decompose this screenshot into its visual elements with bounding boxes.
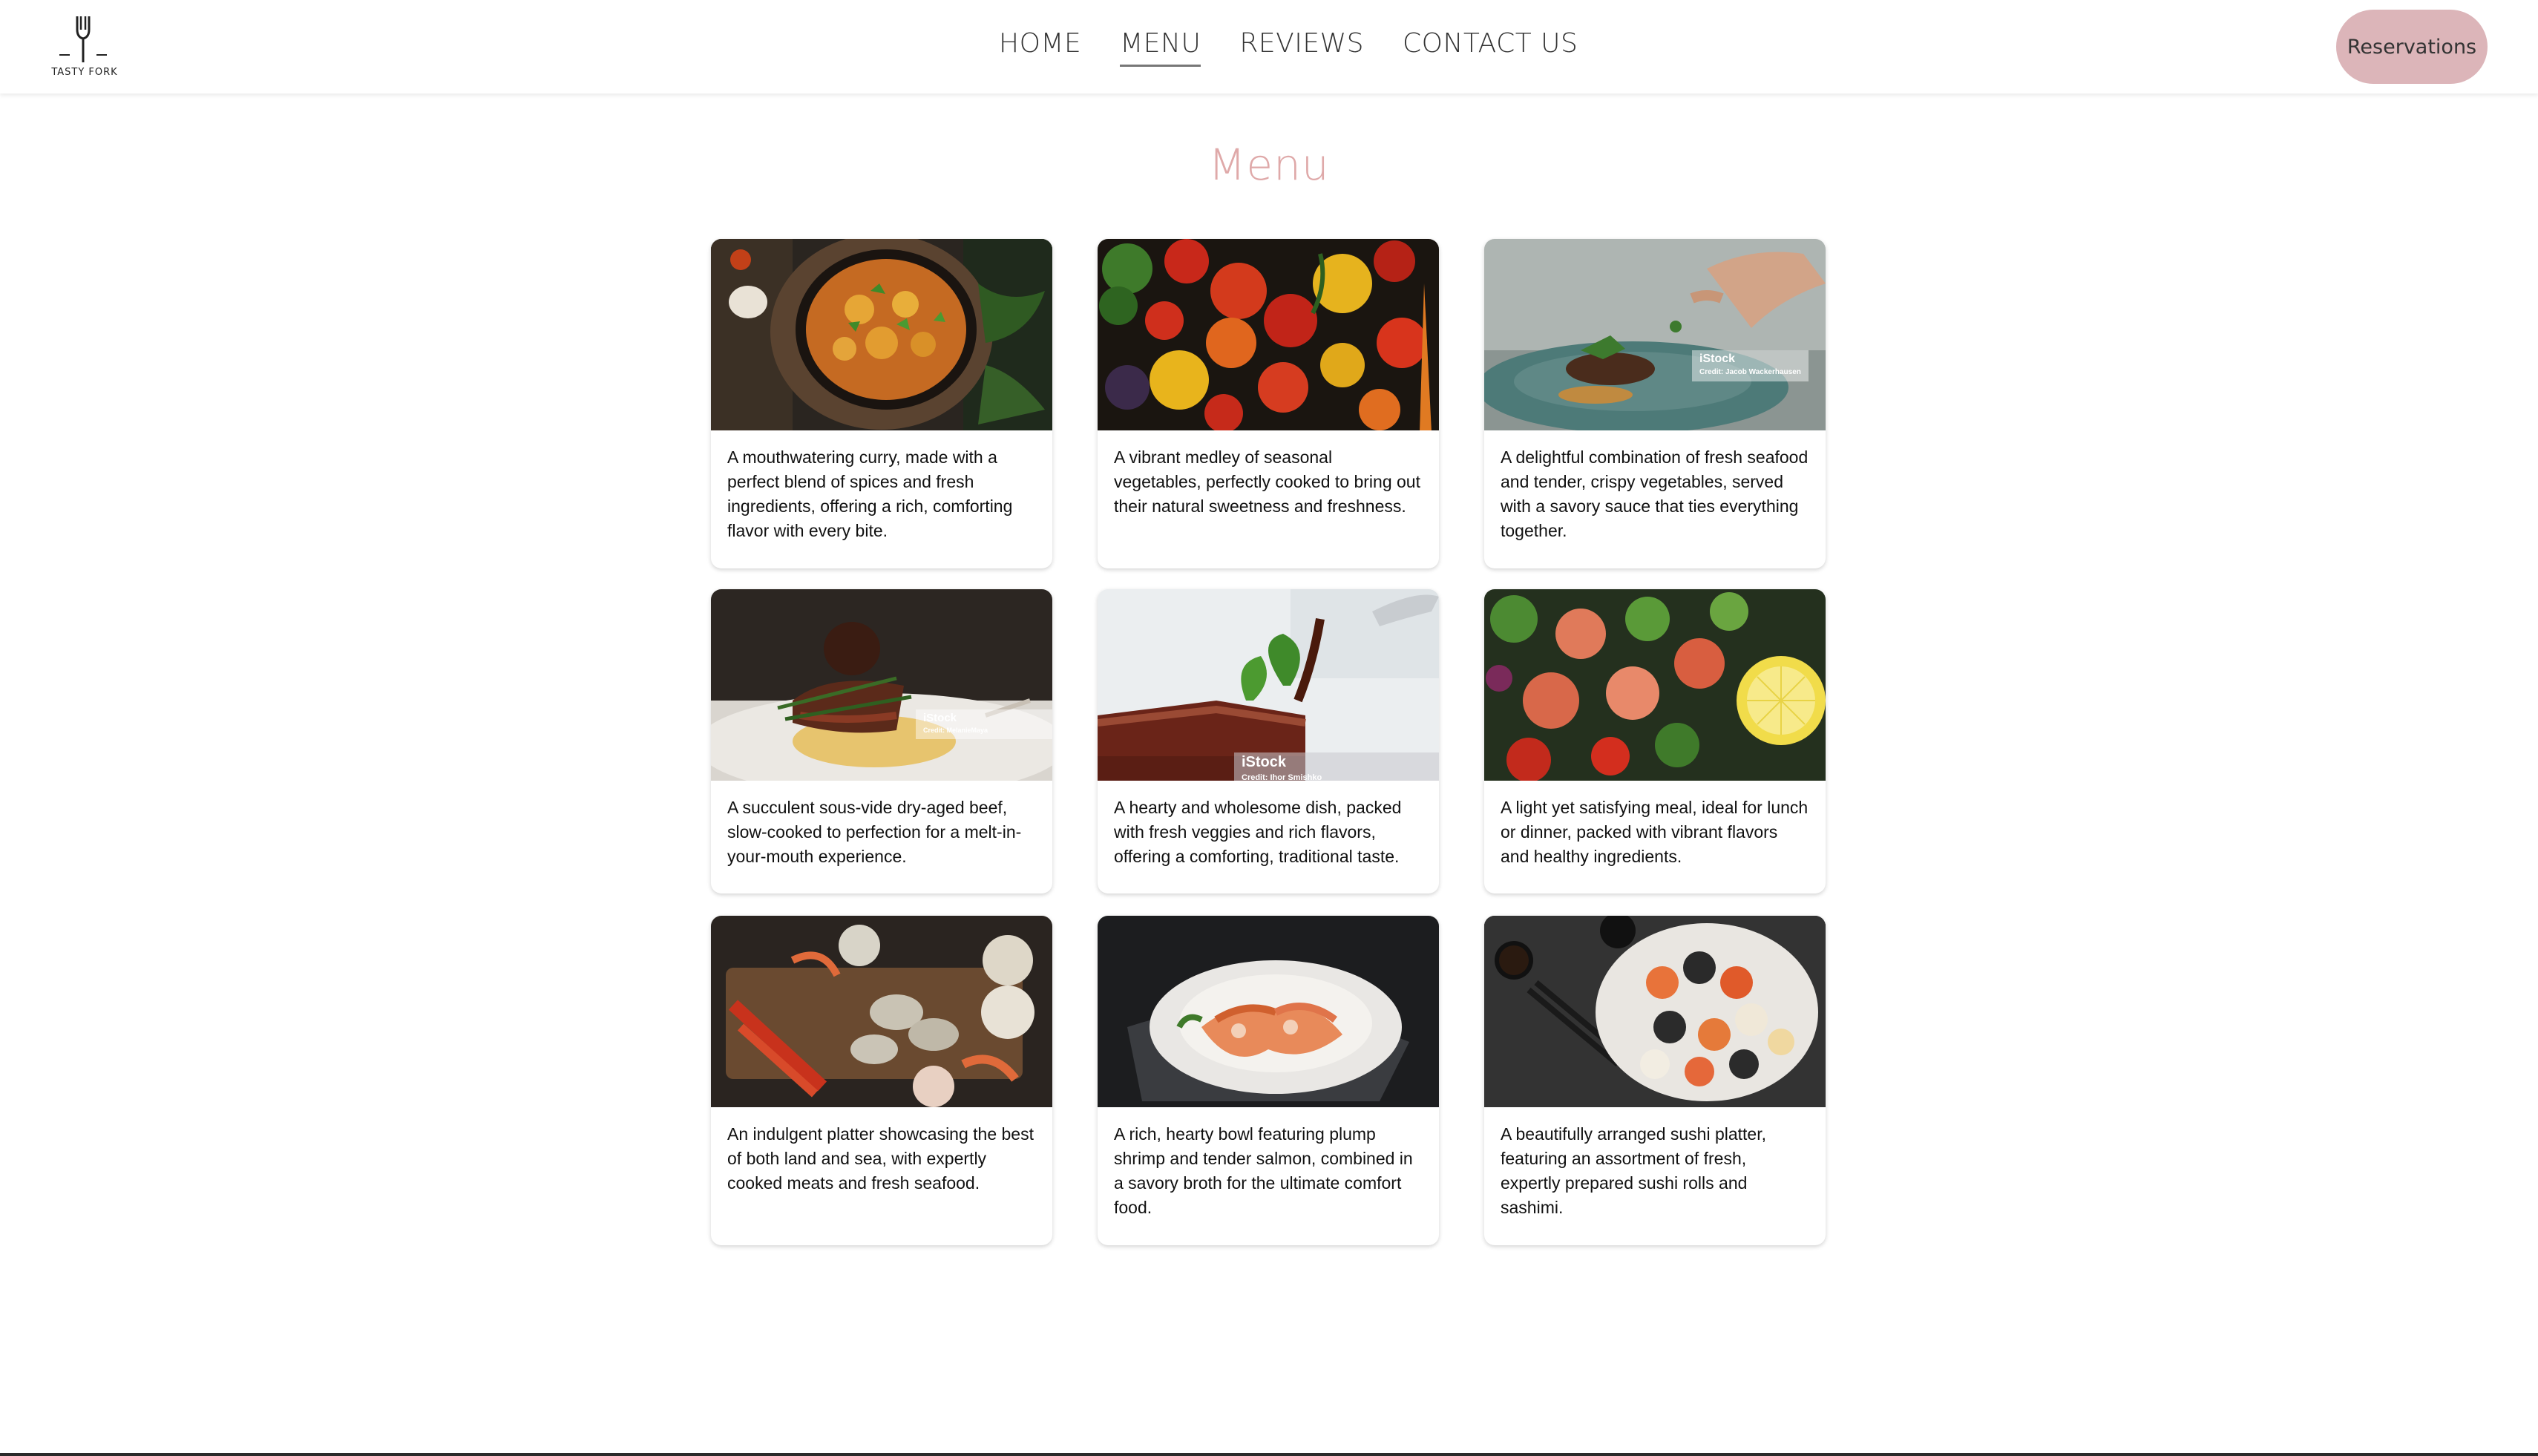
beef-photo: iStock Credit: MelanieMaya [711, 589, 1052, 781]
menu-card-sushi[interactable]: A beautifully arranged sushi platter, fe… [1484, 916, 1826, 1245]
menu-item-description: A mouthwatering curry, made with a perfe… [727, 447, 1013, 540]
nav-home-link[interactable]: HOME [999, 28, 1081, 65]
seafood-plating-photo: iStock Credit: Jacob Wackerhausen [1484, 239, 1826, 430]
vegetables-photo [1098, 239, 1439, 430]
seafood-platter-photo [711, 916, 1052, 1107]
window-bottom-edge [0, 1453, 2538, 1456]
nav-reviews-link[interactable]: REVIEWS [1239, 28, 1364, 65]
curry-photo [711, 239, 1052, 430]
menu-item-description: A beautifully arranged sushi platter, fe… [1501, 1124, 1767, 1217]
menu-item-description: An indulgent platter showcasing the best… [727, 1124, 1034, 1193]
logo[interactable]: TASTY FORK [46, 13, 123, 82]
page-title: Menu [1208, 140, 1330, 190]
sushi-photo [1484, 916, 1826, 1107]
brand-name: TASTY FORK [51, 67, 118, 78]
reservations-button[interactable]: Reservations [2336, 10, 2488, 84]
shrimp-salmon-photo [1098, 916, 1439, 1107]
menu-card-seafood-plating[interactable]: iStock Credit: Jacob Wackerhausen A deli… [1484, 239, 1826, 568]
steak-sauce-photo: iStock Credit: Ihor Smishko [1098, 589, 1439, 781]
salmon-salad-photo [1484, 589, 1826, 781]
istock-watermark: iStock Credit: MelanieMaya [916, 709, 1052, 739]
menu-item-description: A delightful combination of fresh seafoo… [1501, 447, 1809, 540]
menu-card-curry[interactable]: A mouthwatering curry, made with a perfe… [711, 239, 1052, 568]
main-nav: HOME MENU REVIEWS CONTACT US [999, 28, 1578, 70]
page: TASTY FORK HOME MENU REVIEWS CONTACT US … [0, 0, 2538, 1456]
menu-card-beef[interactable]: iStock Credit: MelanieMaya A succulent s… [711, 589, 1052, 893]
menu-card-vegetables[interactable]: A vibrant medley of seasonal vegetables,… [1098, 239, 1439, 568]
istock-watermark: iStock Credit: Jacob Wackerhausen [1692, 350, 1809, 381]
menu-card-steak-sauce[interactable]: iStock Credit: Ihor Smishko A hearty and… [1098, 589, 1439, 893]
menu-card-seafood-platter[interactable]: An indulgent platter showcasing the best… [711, 916, 1052, 1245]
istock-watermark: iStock Credit: Ihor Smishko [1234, 752, 1439, 781]
menu-item-description: A hearty and wholesome dish, packed with… [1114, 798, 1402, 866]
nav-contact-link[interactable]: CONTACT US [1403, 28, 1578, 65]
menu-card-shrimp-salmon[interactable]: A rich, hearty bowl featuring plump shri… [1098, 916, 1439, 1245]
menu-card-salmon-salad[interactable]: A light yet satisfying meal, ideal for l… [1484, 589, 1826, 893]
menu-item-description: A succulent sous-vide dry-aged beef, slo… [727, 798, 1022, 866]
site-header: TASTY FORK HOME MENU REVIEWS CONTACT US … [0, 0, 2538, 94]
menu-item-description: A vibrant medley of seasonal vegetables,… [1114, 447, 1420, 516]
fork-icon [59, 16, 107, 62]
menu-item-description: A light yet satisfying meal, ideal for l… [1501, 798, 1809, 866]
menu-item-description: A rich, hearty bowl featuring plump shri… [1114, 1124, 1413, 1217]
nav-menu-link[interactable]: MENU [1120, 28, 1201, 67]
